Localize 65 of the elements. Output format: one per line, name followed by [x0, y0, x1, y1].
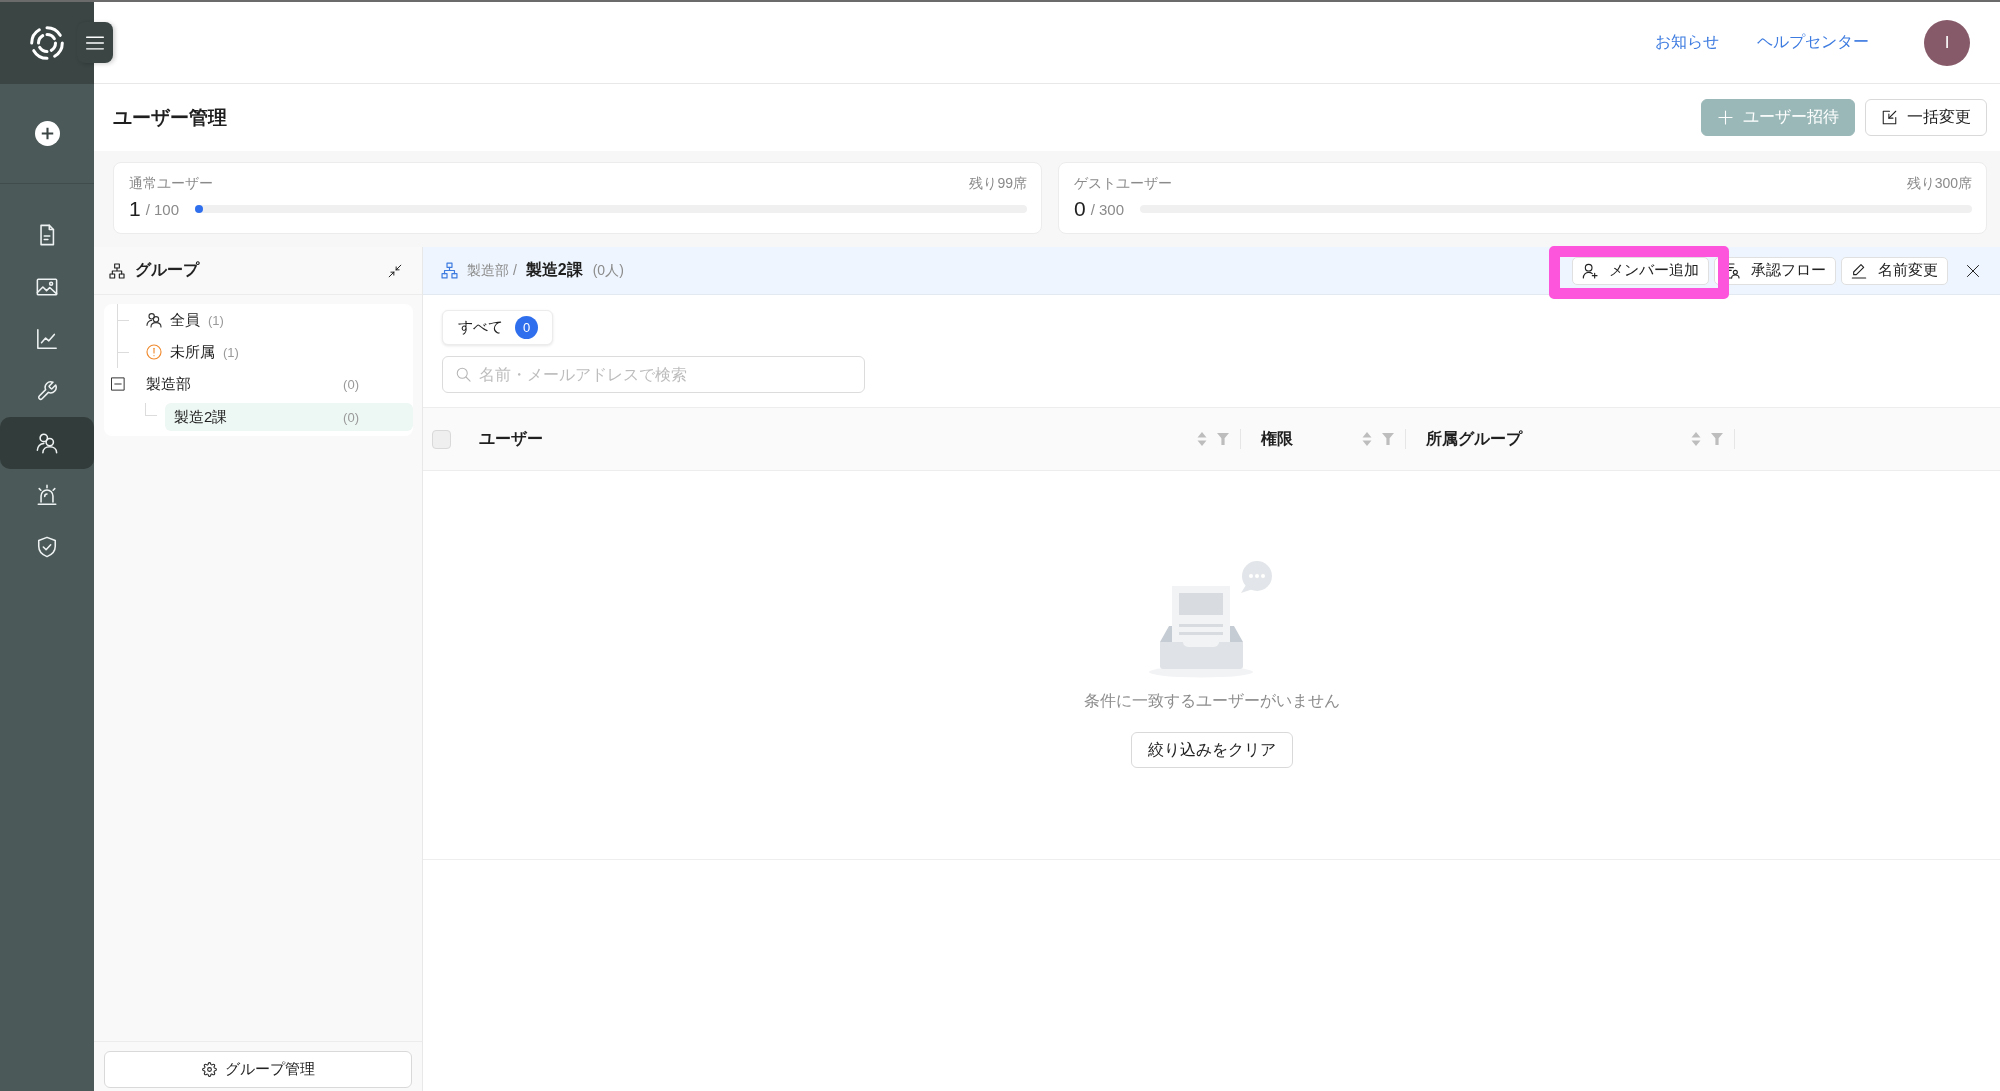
count-badge: 0 [515, 316, 538, 339]
seats-remaining: 残り300席 [1906, 174, 1972, 192]
plus-icon [1718, 110, 1733, 125]
tree-item[interactable]: 製造部 (0) [104, 368, 413, 400]
users-icon [36, 432, 58, 454]
image-icon [36, 276, 58, 298]
collapse-icon[interactable] [388, 263, 402, 278]
column-header: 権限 [1261, 428, 1293, 449]
users-icon [146, 312, 162, 328]
item-count: (0) [343, 409, 359, 425]
person-plus-icon [1582, 262, 1598, 279]
rename-button[interactable]: 名前変更 [1841, 256, 1948, 285]
header-link[interactable]: ヘルプセンター [1757, 32, 1869, 53]
user-avatar[interactable]: I [1924, 19, 1970, 66]
sort-icon[interactable] [1197, 431, 1207, 447]
menu-button[interactable] [77, 22, 113, 63]
plus-circle-icon[interactable] [34, 121, 60, 146]
filter-icon[interactable] [1382, 433, 1394, 445]
item-count: (1) [223, 344, 239, 360]
hierarchy-icon [441, 262, 458, 279]
column-header: 所属グループ [1426, 428, 1522, 449]
column-header: ユーザー [479, 428, 543, 449]
minus-square-icon[interactable] [111, 377, 125, 391]
hierarchy-icon [109, 262, 125, 279]
seat-type-label: ゲストユーザー [1074, 174, 1172, 192]
filter-icon[interactable] [1711, 433, 1723, 445]
tree-item[interactable]: 未所属 (1) [104, 336, 413, 368]
page-title: ユーザー管理 [113, 105, 227, 130]
item-count: (0) [343, 376, 359, 392]
search-field[interactable]: 名前・メールアドレスで検索 [442, 356, 865, 393]
warning-circle-icon [146, 344, 162, 360]
edit-square-icon [1882, 110, 1897, 125]
line-chart-icon [36, 328, 58, 350]
search-icon [456, 367, 471, 382]
seat-total: / 100 [145, 200, 180, 218]
seat-count: 0 [1074, 196, 1086, 222]
panel-title: グループ [135, 260, 199, 280]
filter-icon[interactable] [1217, 433, 1229, 445]
tree-item[interactable]: 全員 (1) [104, 304, 413, 336]
empty-message: 条件に一致するユーザーがいません [1083, 691, 1340, 711]
gear-icon [201, 1062, 217, 1077]
tree-item[interactable]: 製造2課 (0) [165, 403, 413, 431]
add-member-button[interactable]: メンバー追加 [1572, 256, 1709, 285]
siren-icon [36, 484, 58, 506]
logo-icon [30, 26, 64, 60]
seats-remaining: 残り99席 [969, 174, 1027, 192]
approval-flow-button[interactable]: 承認フロー [1714, 256, 1836, 285]
nav-item[interactable] [0, 417, 94, 469]
seat-type-label: 通常ユーザー [129, 174, 213, 192]
member-count: (0人) [592, 261, 624, 280]
filter-tab[interactable]: すべて 0 [442, 310, 553, 345]
sort-icon[interactable] [1691, 431, 1701, 447]
bulk-edit-button[interactable]: 一括変更 [1865, 99, 1987, 136]
wrench-icon [36, 380, 58, 402]
clear-filters-button[interactable]: 絞り込みをクリア [1130, 732, 1293, 768]
breadcrumb-current: 製造2課 [525, 260, 583, 280]
seat-total: / 300 [1090, 200, 1125, 218]
pencil-icon [1851, 262, 1867, 279]
group-settings-button[interactable]: グループ管理 [104, 1051, 412, 1088]
shield-check-icon [36, 536, 58, 558]
close-icon[interactable] [1966, 263, 1980, 278]
header-link[interactable]: お知らせ [1655, 32, 1719, 53]
item-count: (1) [208, 312, 224, 328]
seat-count: 1 [129, 196, 141, 222]
sort-icon[interactable] [1362, 431, 1372, 447]
